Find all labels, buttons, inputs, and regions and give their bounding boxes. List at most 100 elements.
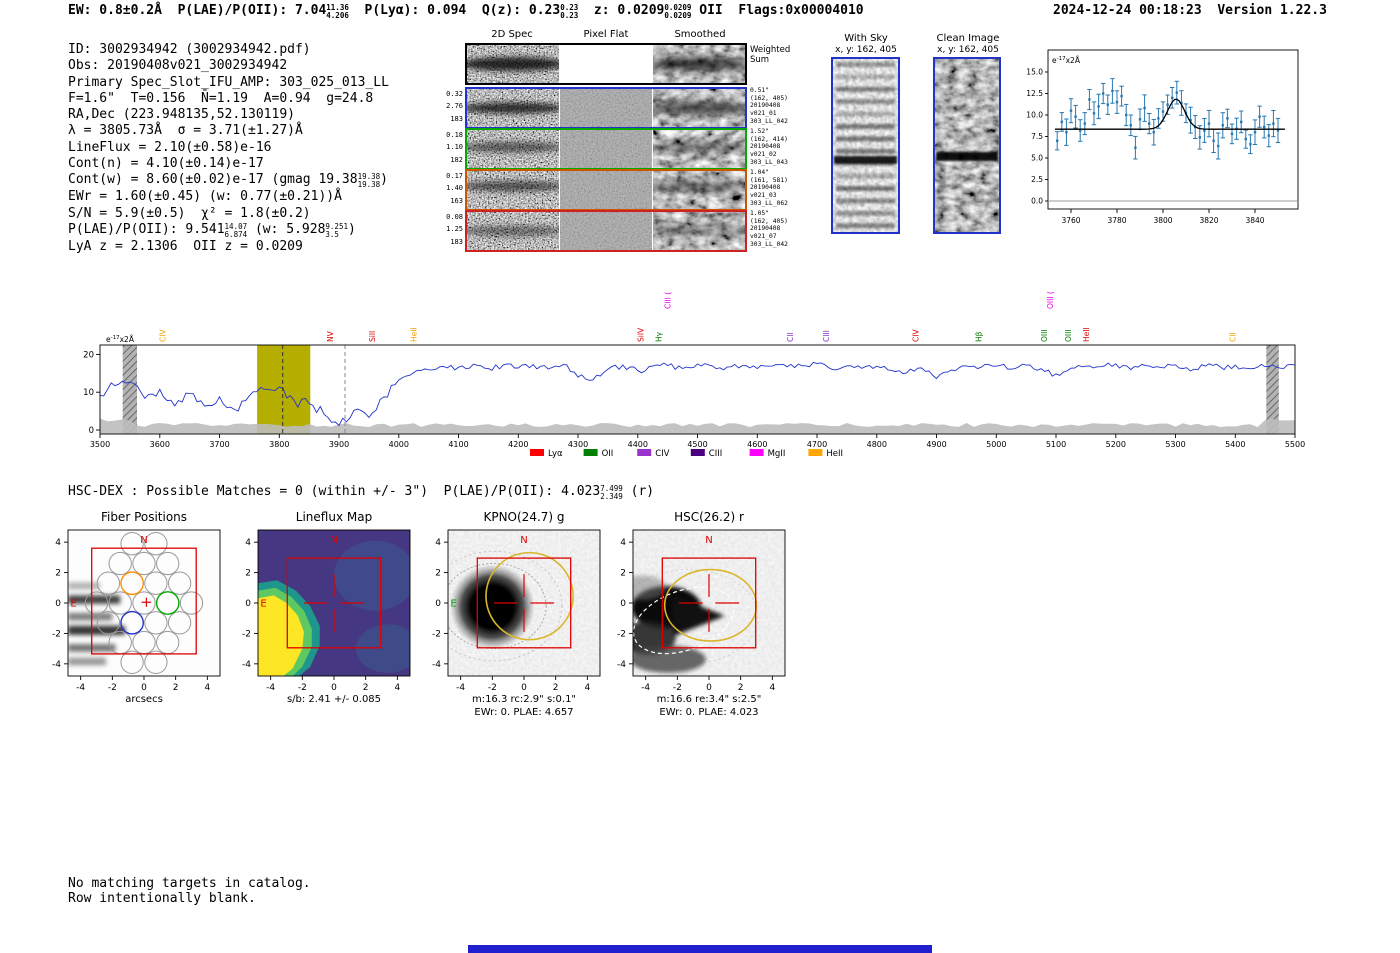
noise-image xyxy=(560,130,652,168)
svg-text:NV: NV xyxy=(326,330,335,342)
kpno-g-caption-2: EWr: 0. PLAE: 4.657 xyxy=(474,707,574,718)
with-sky-image xyxy=(831,57,900,234)
stacked-fraction: 0.23 0.23 xyxy=(560,3,579,20)
svg-text:0: 0 xyxy=(55,599,61,609)
noise-image xyxy=(467,212,559,250)
svg-text:-4: -4 xyxy=(432,660,441,670)
noise-image xyxy=(467,89,559,127)
clean-image xyxy=(933,57,1001,234)
svg-text:4: 4 xyxy=(435,538,441,548)
svg-text:SiII: SiII xyxy=(368,331,377,342)
header-summary-line: EW: 0.8±0.2Å P(LAE)/P(OII): 7.04 11.36 4.2… xyxy=(68,3,864,20)
svg-text:4: 4 xyxy=(584,683,590,693)
info-line: Cont(w) = 8.60(±0.02)e-17 (gmag 19.38 19.… xyxy=(68,172,388,190)
with-sky-title: With Sky xyxy=(844,33,888,44)
svg-text:4700: 4700 xyxy=(807,440,827,449)
weighted-sum-cutout-row xyxy=(465,43,747,85)
svg-text:4400: 4400 xyxy=(628,440,648,449)
svg-text:4200: 4200 xyxy=(508,440,528,449)
svg-text:4: 4 xyxy=(620,538,626,548)
noise-image xyxy=(467,130,559,168)
svg-text:5200: 5200 xyxy=(1106,440,1126,449)
cutout-row xyxy=(465,87,747,129)
info-line: LineFlux = 2.10(±0.58)e-16 xyxy=(68,139,272,155)
svg-text:CIII: CIII xyxy=(822,330,831,342)
svg-text:0: 0 xyxy=(521,683,527,693)
info-line: Cont(n) = 4.10(±0.14)e-17 xyxy=(68,156,264,172)
svg-text:4: 4 xyxy=(769,683,775,693)
with-sky-coords: x, y: 162, 405 xyxy=(835,45,897,55)
svg-text:-2: -2 xyxy=(673,683,682,693)
noise-image xyxy=(653,171,745,209)
svg-text:4: 4 xyxy=(394,683,400,693)
svg-text:10: 10 xyxy=(83,388,94,398)
noise-image xyxy=(467,171,559,209)
spectrum-legend: Lyα OII CIV CIII MgII HeII xyxy=(530,449,843,459)
svg-text:-2: -2 xyxy=(52,629,61,639)
svg-text:0: 0 xyxy=(245,599,251,609)
svg-text:OIII: OIII xyxy=(1064,329,1073,342)
noise-image xyxy=(467,45,559,83)
cutout-col-header-smoothed: Smoothed xyxy=(674,29,726,40)
svg-text:2: 2 xyxy=(738,683,744,693)
svg-text:-4: -4 xyxy=(52,660,61,670)
svg-text:CIII (: CIII ( xyxy=(664,292,673,309)
svg-text:N: N xyxy=(520,535,527,546)
svg-text:0.0: 0.0 xyxy=(1031,197,1043,206)
cutout-col-header-2dspec: 2D Spec xyxy=(491,29,533,40)
cutout-row-annotation: 1.04" (161, 581) 20190408 v021_03 303_LL_062 xyxy=(750,169,788,207)
info-line: Obs: 20190408v021_3002934942 xyxy=(68,58,288,74)
svg-text:2: 2 xyxy=(173,683,179,693)
svg-text:Hβ: Hβ xyxy=(974,331,983,342)
weighted-sum-label: Weighted Sum xyxy=(750,45,791,65)
svg-text:20: 20 xyxy=(83,350,94,360)
info-line: EWr = 1.60(±0.45) (w: 0.77(±0.21))Å xyxy=(68,189,342,205)
svg-text:5400: 5400 xyxy=(1225,440,1245,449)
lineflux-map-panel: N E -4 -2 0 2 4 -4 -2 0 2 4 xyxy=(220,522,420,694)
svg-text:MgII: MgII xyxy=(768,449,786,459)
noise-image xyxy=(653,89,745,127)
noise-image xyxy=(560,89,652,127)
stacked-fraction: 7.499 2.349 xyxy=(600,484,623,501)
svg-text:OIII: OIII xyxy=(1040,329,1049,342)
kpno-g-caption-1: m:16.3 rc:2.9" s:0.1" xyxy=(471,694,577,705)
cutout-row-left-values: 0.17 1.40 163 xyxy=(446,172,463,205)
svg-text:N: N xyxy=(140,535,147,546)
footer-line-2: Row intentionally blank. xyxy=(68,891,256,906)
footer-line-1: No matching targets in catalog. xyxy=(68,876,311,891)
svg-text:CIV: CIV xyxy=(159,329,168,342)
svg-text:-2: -2 xyxy=(617,629,626,639)
svg-text:-4: -4 xyxy=(242,660,251,670)
svg-text:4000: 4000 xyxy=(389,440,409,449)
svg-text:CIV: CIV xyxy=(912,329,921,342)
svg-text:4900: 4900 xyxy=(926,440,946,449)
svg-text:3600: 3600 xyxy=(150,440,170,449)
noise-image xyxy=(833,59,898,232)
report-timestamp: 2024-12-24 00:18:23 Version 1.22.3 xyxy=(1053,3,1327,18)
svg-text:-2: -2 xyxy=(298,683,307,693)
noise-image xyxy=(560,171,652,209)
info-line: λ = 3805.73Å σ = 3.71(±1.27)Å xyxy=(68,123,303,139)
svg-text:2: 2 xyxy=(55,569,61,579)
catalog-match-summary: HSC-DEX : Possible Matches = 0 (within +… xyxy=(68,484,655,501)
svg-text:-2: -2 xyxy=(242,629,251,639)
full-spectrum-chart: 3500 3600 3700 3800 3900 4000 4100 4200 4300 4400… xyxy=(80,262,1340,470)
cutout-row-left-values: 0.32 2.76 183 xyxy=(446,90,463,123)
svg-text:10.0: 10.0 xyxy=(1026,111,1043,120)
noise-image xyxy=(560,212,652,250)
svg-text:N: N xyxy=(330,535,337,546)
svg-text:OIII (: OIII ( xyxy=(1046,291,1055,309)
svg-text:HeII: HeII xyxy=(410,327,419,342)
svg-text:3900: 3900 xyxy=(329,440,349,449)
svg-text:3780: 3780 xyxy=(1107,216,1126,225)
svg-text:3800: 3800 xyxy=(1153,216,1172,225)
svg-text:-2: -2 xyxy=(108,683,117,693)
info-line: Primary Spec_Slot_IFU_AMP: 303_025_013_L… xyxy=(68,74,389,90)
detection-info-block: ID: 3002934942 (3002934942.pdf) Obs: 2019… xyxy=(68,42,389,255)
next-section-bar xyxy=(468,945,932,953)
stacked-fraction: 19.38 19.38 xyxy=(357,172,381,190)
svg-text:0: 0 xyxy=(435,599,441,609)
svg-text:CIV: CIV xyxy=(655,449,669,459)
svg-text:3700: 3700 xyxy=(209,440,229,449)
svg-text:HeII: HeII xyxy=(1082,327,1091,342)
